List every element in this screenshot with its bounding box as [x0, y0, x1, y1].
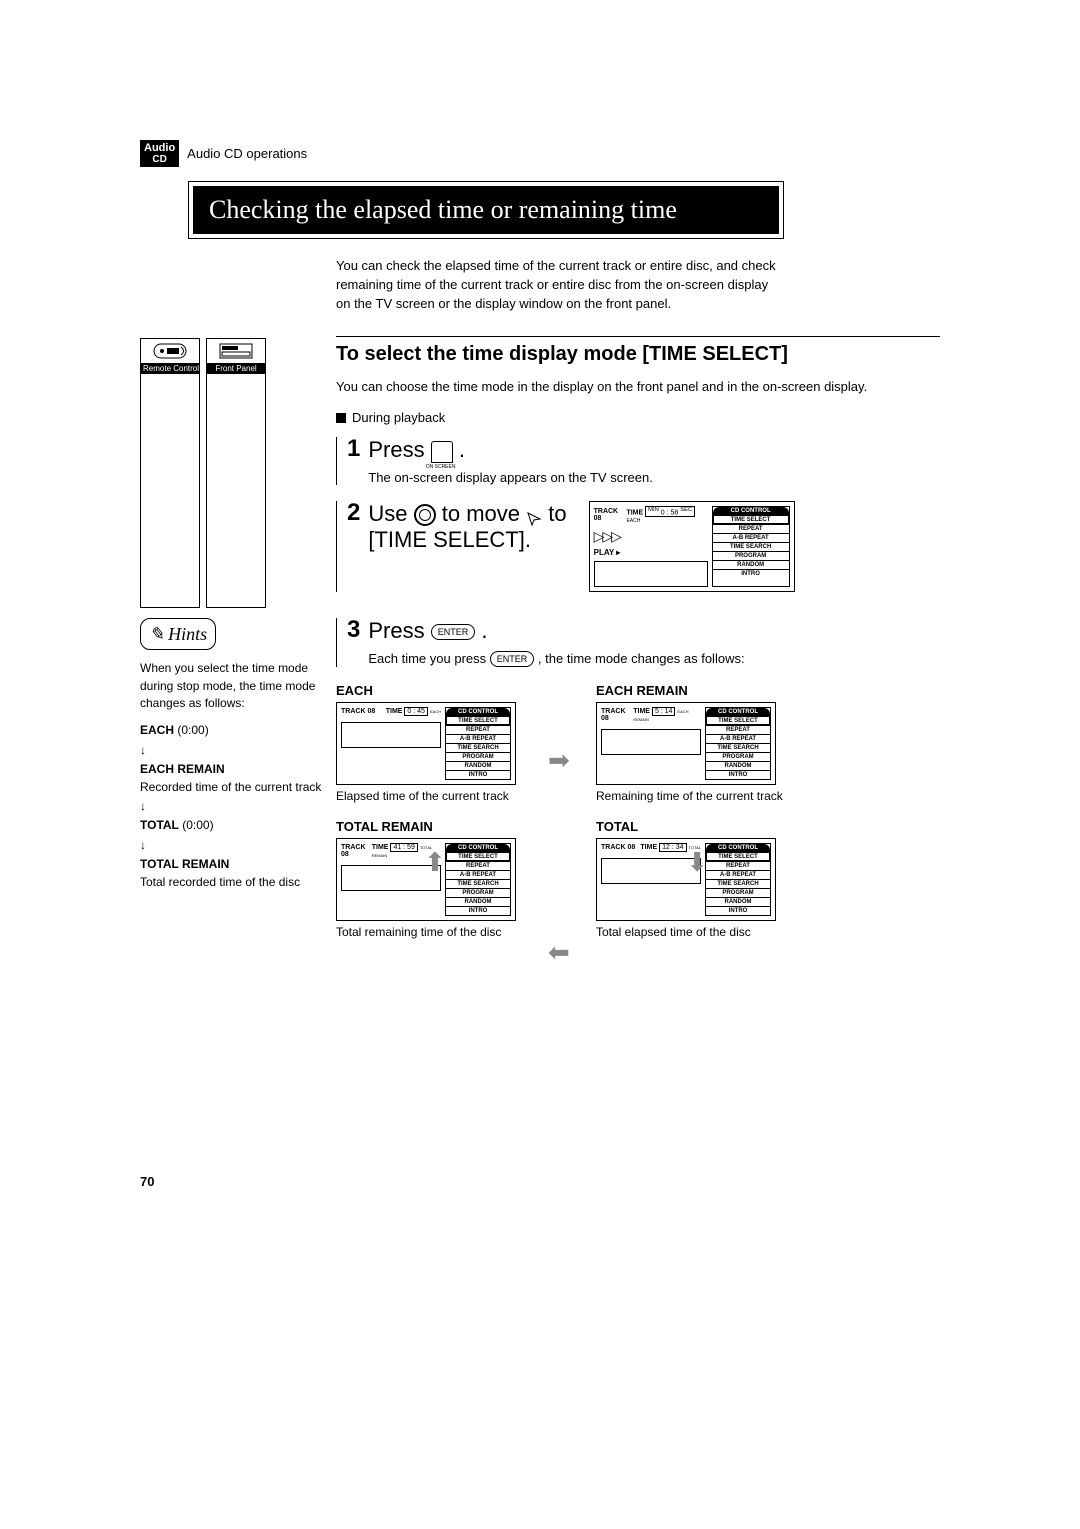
- arrow-up-icon: ⬆: [424, 847, 446, 878]
- step1-body: The on-screen display appears on the TV …: [368, 470, 652, 485]
- hint-total-val: (0:00): [182, 818, 213, 832]
- osd-display-main: TRACK 08 TIME MIN 0 : 58 SEC EACH ▷▷▷ PL…: [589, 501, 795, 592]
- osd-menu-title: CD CONTROL: [713, 507, 789, 515]
- mode-title: TOTAL: [596, 819, 796, 834]
- hints-label: Hints: [168, 621, 207, 647]
- step2-target: [TIME SELECT].: [368, 527, 566, 553]
- section-body: You can choose the time mode in the disp…: [336, 378, 940, 397]
- osd-menu-item: INTRO: [713, 569, 789, 578]
- step3-body-b: , the time mode changes as follows:: [538, 651, 745, 666]
- osd-each: TRACK 08 TIME 0 : 45 EACH CD CONTROL TIM…: [336, 702, 516, 785]
- step-2: 2 Use to move to [TIME SELECT].: [336, 501, 940, 592]
- osd-play-label: PLAY ▸: [594, 548, 708, 557]
- osd-menu-item: RANDOM: [713, 560, 789, 569]
- arrow-down-icon: ⬇: [686, 847, 708, 878]
- osd-each-remain: TRACK 08 TIME 5 : 14 EACH REMAIN CD CONT…: [596, 702, 776, 785]
- osd-text-area: [594, 561, 708, 587]
- hint-each-remain: EACH REMAIN: [140, 762, 225, 776]
- page-title: Checking the elapsed time or remaining t…: [193, 186, 779, 234]
- step1-dot: .: [459, 437, 465, 462]
- osd-menu-item: TIME SEARCH: [713, 542, 789, 551]
- remote-control-icon: Remote Control: [140, 338, 200, 609]
- arrow-left-icon: ➡: [548, 937, 570, 968]
- fast-forward-icon: ▷▷▷: [594, 528, 708, 545]
- osd-mode-tag: EACH: [626, 518, 640, 524]
- mode-each-remain: EACH REMAIN TRACK 08 TIME 5 : 14 EACH RE…: [596, 683, 796, 803]
- osd-menu-item: A-B REPEAT: [713, 533, 789, 542]
- step-number: 1: [347, 437, 360, 461]
- step3-press: Press: [368, 618, 424, 643]
- audio-cd-badge: Audio CD: [140, 140, 179, 167]
- front-panel-icon: Front Panel: [206, 338, 266, 609]
- badge-top: Audio: [144, 142, 175, 154]
- front-panel-label: Front Panel: [207, 363, 265, 374]
- mode-total: TOTAL TRACK 08 TIME 12 : 34 TOTAL: [596, 819, 796, 939]
- mode-caption: Remaining time of the current track: [596, 789, 796, 803]
- page-number: 70: [140, 1174, 154, 1189]
- hint-total-remain-desc: Total recorded time of the disc: [140, 875, 300, 889]
- step-3: 3 Press ENTER . Each time you press ENTE…: [336, 618, 940, 667]
- mode-caption: Total remaining time of the disc: [336, 925, 536, 939]
- osd-menu-item: PROGRAM: [713, 551, 789, 560]
- mode-title: EACH: [336, 683, 536, 698]
- source-icons: Remote Control Front Panel: [140, 336, 336, 609]
- breadcrumb-text: Audio CD operations: [187, 146, 307, 161]
- osd-menu-item: TIME SELECT: [713, 515, 789, 524]
- intro-text: You can check the elapsed time of the cu…: [336, 257, 784, 314]
- step-number: 2: [347, 501, 360, 554]
- mode-title: TOTAL REMAIN: [336, 819, 536, 834]
- title-block: Checking the elapsed time or remaining t…: [188, 181, 784, 239]
- arrow-right-icon: ➡: [548, 745, 570, 776]
- lightbulb-icon: ✎: [149, 621, 164, 647]
- step-1: 1 Press . The on-screen display appears …: [336, 437, 940, 484]
- step2-move: to move: [442, 501, 520, 526]
- hint-total: TOTAL: [140, 818, 179, 832]
- step3-dot: .: [481, 618, 487, 643]
- playback-condition: During playback: [336, 410, 940, 425]
- remote-label: Remote Control: [141, 363, 199, 374]
- osd-time-label: TIME: [626, 509, 643, 516]
- mode-cycle-diagram: EACH TRACK 08 TIME 0 : 45 EACH: [336, 683, 796, 939]
- step2-to: to: [548, 501, 566, 526]
- hints-badge: ✎ Hints: [140, 618, 216, 650]
- mode-caption: Elapsed time of the current track: [336, 789, 536, 803]
- step2-use: Use: [368, 501, 407, 526]
- hint-each-remain-desc: Recorded time of the current track: [140, 780, 321, 794]
- badge-bot: CD: [144, 154, 175, 165]
- enter-button-icon: ENTER: [490, 651, 535, 667]
- step-number: 3: [347, 618, 360, 642]
- down-arrow-icon: ↓: [140, 742, 336, 759]
- mode-caption: Total elapsed time of the disc: [596, 925, 796, 939]
- bullet-square-icon: [336, 413, 346, 423]
- hint-each-val: (0:00): [177, 723, 208, 737]
- down-arrow-icon: ↓: [140, 837, 336, 854]
- mode-each: EACH TRACK 08 TIME 0 : 45 EACH: [336, 683, 536, 803]
- osd-menu-item: REPEAT: [713, 524, 789, 533]
- section-title: To select the time display mode [TIME SE…: [336, 343, 940, 366]
- joystick-icon: [414, 504, 436, 526]
- hints-intro: When you select the time mode during sto…: [140, 660, 336, 712]
- cursor-icon: [526, 507, 542, 523]
- enter-button-icon: ENTER: [431, 624, 476, 640]
- hint-each: EACH: [140, 723, 174, 737]
- step1-press: Press: [368, 437, 424, 462]
- on-screen-button-icon: [431, 441, 453, 463]
- mode-title: EACH REMAIN: [596, 683, 796, 698]
- step3-body-a: Each time you press: [368, 651, 486, 666]
- osd-track: TRACK 08: [594, 508, 627, 522]
- osd-time-value: MIN 0 : 58 SEC: [645, 506, 695, 517]
- mode-total-remain: TOTAL REMAIN TRACK 08 TIME 41 : 59 TOTAL…: [336, 819, 536, 939]
- down-arrow-icon: ↓: [140, 798, 336, 815]
- header-row: Audio CD Audio CD operations: [140, 140, 940, 167]
- hint-total-remain: TOTAL REMAIN: [140, 857, 229, 871]
- condition-text: During playback: [352, 410, 445, 425]
- osd-menu: CD CONTROL TIME SELECT REPEAT A-B REPEAT…: [712, 506, 790, 587]
